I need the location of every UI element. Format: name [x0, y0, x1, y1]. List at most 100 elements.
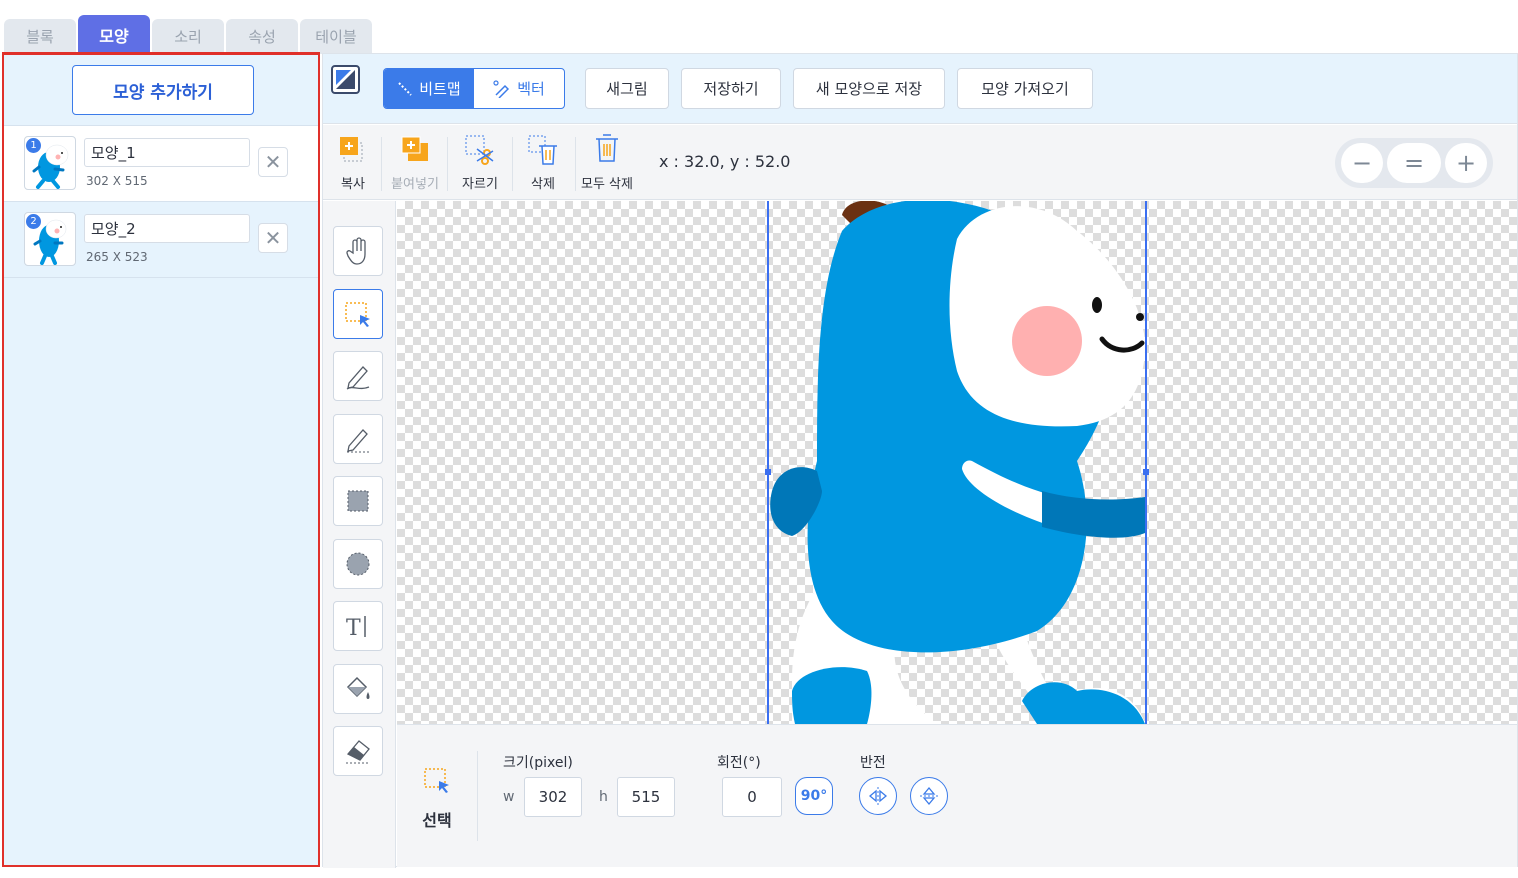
- tab-properties[interactable]: 속성: [226, 19, 298, 54]
- pencil-tool[interactable]: [333, 414, 383, 464]
- rotation-input[interactable]: 0: [722, 777, 782, 817]
- properties-bar: 선택 크기(pixel) w 302 h 515 회전(°) 0 90° 반전: [397, 724, 1517, 867]
- paint-editor: 비트맵 벡터 새그림 저장하기 새 모양으로 저장 모양 가져오기 복사 붙여넣…: [322, 53, 1518, 868]
- cursor-coordinates: x : 32.0, y : 52.0: [659, 152, 791, 171]
- cut-label: 자르기: [462, 177, 498, 192]
- add-shape-button[interactable]: 모양 추가하기: [72, 65, 254, 115]
- zoom-out-button[interactable]: −: [1341, 143, 1383, 183]
- zoom-control: − = +: [1335, 138, 1493, 188]
- shape-item-2[interactable]: 2 265 X 523 ✕: [4, 202, 318, 278]
- text-tool[interactable]: T: [333, 601, 383, 651]
- pen-tool[interactable]: [333, 351, 383, 401]
- flip-vertical-button[interactable]: [910, 777, 948, 815]
- rect-icon: [347, 490, 369, 512]
- shape-thumbnail[interactable]: 2: [24, 212, 76, 266]
- flip-vertical-icon: [920, 786, 938, 806]
- current-tool-indicator: 선택: [419, 765, 455, 831]
- width-label: w: [503, 789, 515, 805]
- tab-shapes[interactable]: 모양: [78, 15, 150, 54]
- paste-button[interactable]: 붙여넣기: [385, 133, 445, 192]
- vector-label: 벡터: [517, 80, 545, 98]
- trash-all-icon: [596, 134, 618, 162]
- rotate-90-button[interactable]: 90°: [795, 777, 833, 815]
- vector-pen-icon: [493, 79, 510, 98]
- zoom-in-button[interactable]: +: [1445, 143, 1487, 183]
- copy-icon: [340, 137, 363, 162]
- shape-name-input[interactable]: [84, 138, 250, 167]
- delete-all-label: 모두 삭제: [581, 177, 633, 192]
- tab-bar: 블록 모양 소리 속성 테이블: [4, 14, 372, 54]
- eraser-tool[interactable]: [333, 726, 383, 776]
- copy-button[interactable]: 복사: [323, 133, 383, 192]
- app-window: 블록 모양 소리 속성 테이블 모양 추가하기 1 모양_1 302 X 515…: [0, 0, 1518, 878]
- paste-icon: [401, 136, 428, 161]
- shape-number-badge: 2: [26, 214, 41, 229]
- divider: [381, 137, 382, 191]
- svg-text:T: T: [346, 616, 361, 641]
- scissors-icon: [465, 135, 494, 165]
- edit-toolbar: 복사 붙여넣기 자르기 삭제 모두 삭제 x : 32.0, y : 52.0 …: [323, 125, 1517, 200]
- tab-sounds[interactable]: 소리: [152, 19, 224, 54]
- drawing-canvas[interactable]: [397, 201, 1517, 724]
- bitmap-label: 비트맵: [419, 80, 461, 98]
- circle-tool[interactable]: [333, 539, 383, 589]
- mode-toggle: 비트맵 벡터: [383, 68, 565, 109]
- text-icon: T: [346, 616, 366, 641]
- select-icon: [345, 302, 370, 327]
- cut-button[interactable]: 자르기: [450, 133, 510, 192]
- delete-label: 삭제: [531, 177, 555, 192]
- shape-number-badge: 1: [26, 138, 41, 153]
- shape-list-panel: 모양 추가하기 1 302 X 515 ✕: [2, 52, 320, 867]
- new-drawing-button[interactable]: 새그림: [585, 68, 669, 109]
- fill-tool[interactable]: [333, 664, 383, 714]
- pen-icon: [346, 366, 370, 390]
- select-tool[interactable]: [333, 289, 383, 339]
- save-as-new-button[interactable]: 새 모양으로 저장: [793, 68, 945, 109]
- bitmap-mode-button[interactable]: 비트맵: [384, 69, 474, 108]
- close-icon: ✕: [264, 150, 282, 174]
- pencil-icon: [347, 429, 369, 453]
- resize-handle-left[interactable]: [765, 469, 771, 475]
- shape-item-1[interactable]: 1 302 X 515 ✕: [4, 126, 318, 202]
- paste-label: 붙여넣기: [391, 177, 439, 192]
- flip-horizontal-button[interactable]: [859, 777, 897, 815]
- delete-shape-button[interactable]: ✕: [258, 223, 288, 253]
- tab-blocks[interactable]: 블록: [4, 19, 76, 54]
- vector-mode-button[interactable]: 벡터: [474, 69, 564, 108]
- flip-label: 반전: [860, 755, 886, 771]
- size-label: 크기(pixel): [503, 755, 573, 771]
- delete-shape-button[interactable]: ✕: [258, 147, 288, 177]
- divider: [575, 137, 576, 191]
- hand-tool[interactable]: [333, 226, 383, 276]
- tab-table[interactable]: 테이블: [300, 19, 372, 54]
- close-icon: ✕: [264, 226, 282, 250]
- copy-label: 복사: [341, 177, 365, 192]
- flip-horizontal-icon: [868, 787, 888, 805]
- rectangle-tool[interactable]: [333, 476, 383, 526]
- save-button[interactable]: 저장하기: [681, 68, 781, 109]
- fill-icon: [346, 676, 370, 699]
- circle-icon: [346, 552, 370, 576]
- delete-button[interactable]: 삭제: [513, 133, 573, 192]
- delete-all-button[interactable]: 모두 삭제: [577, 133, 637, 192]
- select-icon: [424, 768, 449, 793]
- width-input[interactable]: 302: [524, 777, 582, 817]
- rotation-label: 회전(°): [717, 755, 761, 771]
- zoom-reset-button[interactable]: =: [1387, 143, 1441, 183]
- resize-handle-right[interactable]: [1143, 469, 1149, 475]
- divider: [447, 137, 448, 191]
- drawing-tools: T: [323, 201, 396, 868]
- trash-icon: [528, 135, 557, 165]
- shape-dimensions: 265 X 523: [86, 250, 148, 264]
- eraser-icon: [346, 740, 370, 764]
- character-artwork: [765, 201, 1149, 724]
- current-tool-label: 선택: [422, 811, 452, 830]
- shape-thumbnail[interactable]: 1: [24, 136, 76, 190]
- height-label: h: [599, 789, 608, 805]
- height-input[interactable]: 515: [617, 777, 675, 817]
- pencil-line-icon: [398, 81, 413, 96]
- bitmap-mode-icon[interactable]: [331, 65, 360, 94]
- import-shape-button[interactable]: 모양 가져오기: [957, 68, 1093, 109]
- shape-list: 1 302 X 515 ✕ 2: [4, 125, 318, 278]
- shape-name-input[interactable]: [84, 214, 250, 243]
